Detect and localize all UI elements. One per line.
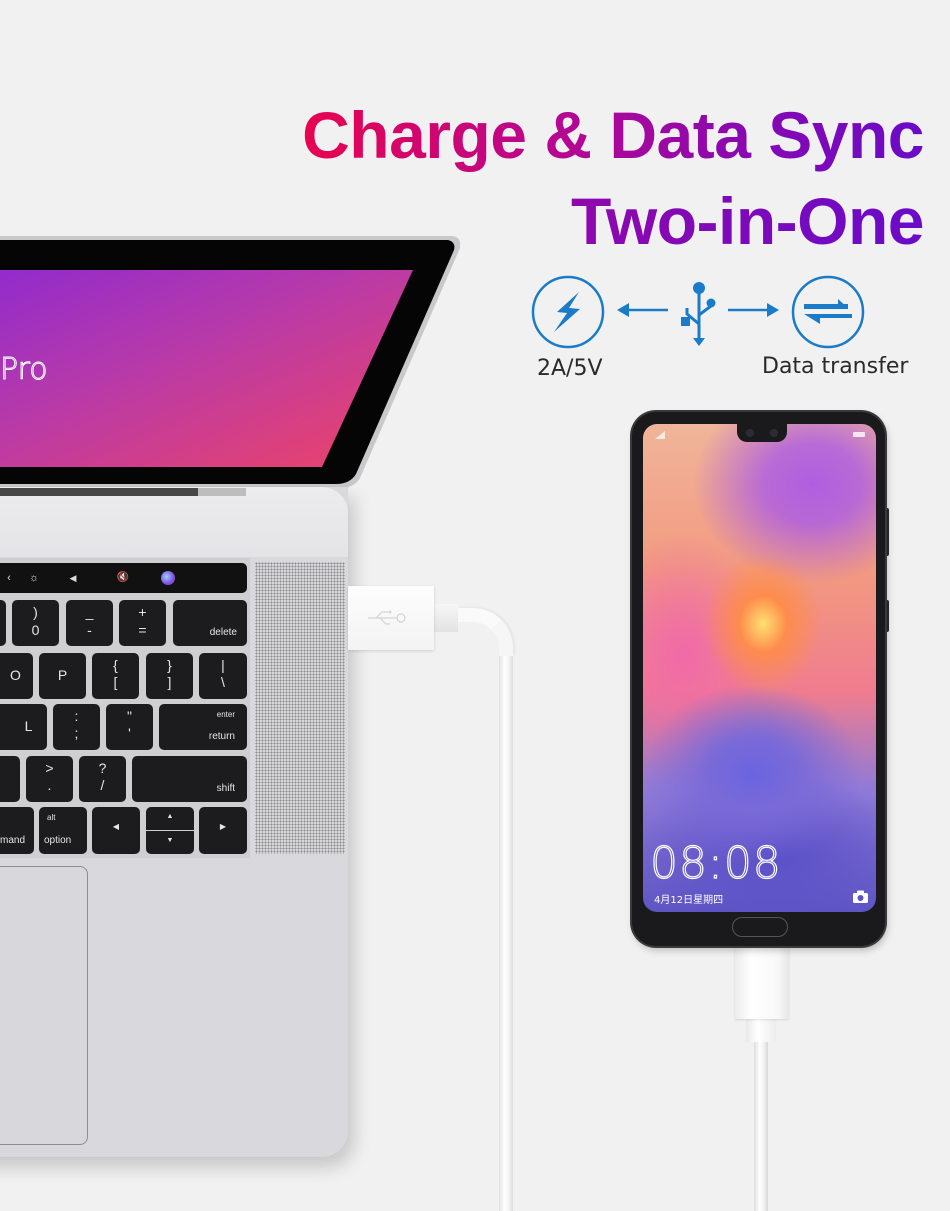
key-top-label: enter	[216, 710, 235, 719]
usb-c-plug	[735, 947, 789, 1019]
key-bottom-label: /	[100, 777, 105, 793]
key-top-label: ?	[98, 760, 107, 776]
battery-icon	[853, 432, 865, 437]
key-semicolon[interactable]: : ;	[53, 704, 100, 750]
volume-button[interactable]	[885, 508, 889, 556]
speaker-grille	[255, 562, 345, 854]
transfer-arrows-icon	[791, 275, 865, 349]
key-delete[interactable]: delete	[173, 600, 247, 646]
key-bottom-label: -	[87, 622, 92, 638]
key-label: O	[10, 667, 21, 683]
siri-icon[interactable]	[161, 571, 175, 585]
volume-icon[interactable]: ◀	[66, 569, 80, 587]
key-0[interactable]: ) 0	[12, 600, 59, 646]
arrow-left-icon	[617, 303, 668, 317]
key-label: shift	[216, 783, 235, 794]
key-top-label: |	[221, 657, 225, 673]
lock-screen-clock: 08:08	[649, 837, 782, 889]
cable-segment	[499, 650, 513, 1211]
key-left-bracket[interactable]: { [	[92, 653, 139, 699]
laptop-hinge-highlight	[198, 488, 246, 496]
arrow-down-glyph: ▼	[166, 837, 174, 844]
key-return[interactable]: enter return	[159, 704, 247, 750]
key-right-bracket[interactable]: } ]	[146, 653, 193, 699]
key-top-label: )	[33, 604, 38, 620]
arrow-left-glyph: ◀	[112, 822, 120, 831]
phone-notch	[737, 424, 787, 442]
key-bottom-label: 0	[31, 622, 40, 638]
key-backslash[interactable]: | \	[199, 653, 247, 699]
mute-icon[interactable]: 🔇	[113, 569, 133, 587]
key-arrow-down[interactable]: ▼	[146, 831, 194, 854]
key-quote[interactable]: " '	[106, 704, 153, 750]
key-label: L	[24, 718, 33, 734]
key-bottom-label: =	[138, 622, 147, 638]
camera-icon[interactable]	[853, 890, 868, 903]
key-bottom-label: .	[47, 777, 52, 793]
usb-plug-neck	[434, 604, 458, 632]
key-9[interactable]	[0, 600, 6, 646]
key-p[interactable]: P	[39, 653, 86, 699]
key-top-label: :	[74, 708, 79, 724]
key-bottom-label: ]	[167, 674, 172, 690]
signal-icon	[655, 431, 665, 439]
key-arrow-up[interactable]: ▲	[146, 807, 194, 830]
home-fingerprint-button[interactable]	[732, 917, 788, 937]
key-comma[interactable]	[0, 756, 20, 802]
key-bottom-label: ;	[74, 725, 79, 741]
brightness-icon[interactable]: ☼	[26, 569, 42, 587]
key-bottom-label: [	[113, 674, 118, 690]
usb-a-plug	[348, 586, 434, 650]
key-top-label: "	[127, 708, 132, 724]
arrow-up-glyph: ▲	[166, 813, 174, 820]
key-label: mand	[0, 835, 26, 846]
key-bottom-label: return	[208, 731, 235, 742]
key-top-label: alt	[47, 813, 56, 822]
laptop-screen-text: Pro	[0, 352, 48, 387]
arrow-right-icon	[728, 303, 779, 317]
key-slash[interactable]: ? /	[79, 756, 126, 802]
key-arrow-left[interactable]: ◀	[92, 807, 140, 854]
headline-line-1: Charge & Data Sync	[302, 92, 924, 178]
key-l[interactable]: L	[0, 704, 47, 750]
key-top-label: >	[45, 760, 54, 776]
data-transfer-label: Data transfer	[762, 354, 909, 379]
key-option[interactable]: alt option	[39, 807, 87, 854]
key-o[interactable]: O	[0, 653, 33, 699]
key-equals[interactable]: + =	[119, 600, 166, 646]
key-arrow-right[interactable]: ▶	[199, 807, 247, 854]
usb-logo-icon	[368, 610, 406, 625]
key-bottom-label: \	[221, 674, 225, 690]
cable-bend	[458, 608, 513, 656]
lock-screen-date: 4月12日星期四	[654, 895, 724, 906]
key-top-label: }	[167, 657, 172, 673]
usb-c-plug-neck	[746, 1018, 776, 1042]
key-bottom-label: option	[44, 835, 72, 846]
front-sensor-icon	[770, 429, 778, 437]
key-label: delete	[209, 627, 237, 638]
key-period[interactable]: > .	[26, 756, 73, 802]
key-command[interactable]: mand	[0, 807, 34, 854]
lightning-bolt-icon	[531, 275, 605, 349]
front-camera-icon	[746, 429, 754, 437]
key-label: P	[57, 667, 68, 683]
key-bottom-label: '	[128, 725, 131, 741]
cable-segment	[754, 1042, 768, 1211]
usb-icon	[681, 282, 716, 346]
key-top-label: {	[113, 657, 118, 673]
key-top-label: +	[138, 604, 147, 620]
key-minus[interactable]: _ -	[66, 600, 113, 646]
touch-bar[interactable]: ‹ ☼ ◀ 🔇	[0, 563, 247, 593]
key-shift[interactable]: shift	[132, 756, 247, 802]
charge-spec-label: 2A/5V	[537, 356, 603, 381]
power-button[interactable]	[885, 600, 889, 632]
trackpad[interactable]	[0, 866, 88, 1145]
laptop-lid: Pro	[0, 236, 460, 488]
touchbar-collapse-icon[interactable]: ‹	[3, 569, 15, 587]
arrow-right-glyph: ▶	[219, 822, 227, 831]
key-top-label: _	[85, 604, 94, 620]
